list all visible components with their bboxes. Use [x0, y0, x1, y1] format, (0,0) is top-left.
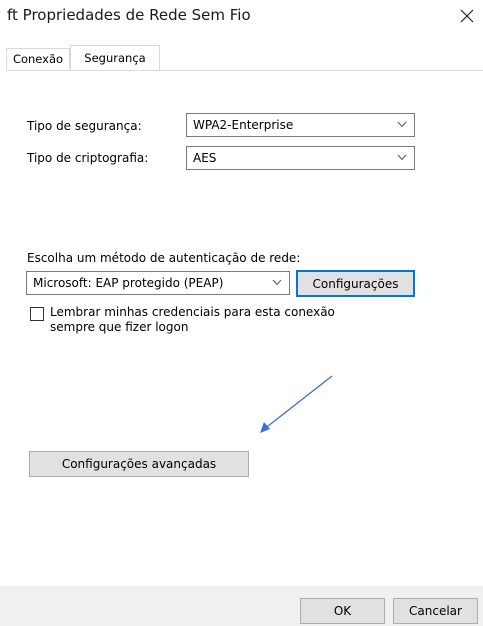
tab-seguranca[interactable]: Segurança [70, 45, 160, 70]
encryption-type-label: Tipo de criptografia: [27, 151, 149, 165]
security-type-select[interactable]: WPA2-Enterprise [186, 113, 415, 137]
tab-divider [6, 70, 483, 71]
security-type-value: WPA2-Enterprise [193, 118, 294, 132]
chevron-down-icon [397, 154, 407, 161]
security-type-label: Tipo de segurança: [27, 119, 142, 133]
auth-method-select[interactable]: Microsoft: EAP protegido (PEAP) [26, 271, 290, 295]
close-button[interactable] [454, 2, 480, 30]
ok-button[interactable]: OK [300, 598, 385, 624]
remember-credentials-line1: Lembrar minhas credenciais para esta con… [50, 305, 335, 319]
chevron-down-icon [397, 121, 407, 128]
annotation-arrow-icon [260, 375, 333, 433]
encryption-type-select[interactable]: AES [186, 146, 415, 170]
close-icon [460, 9, 474, 23]
auth-method-value: Microsoft: EAP protegido (PEAP) [33, 276, 224, 290]
remember-credentials-label: Lembrar minhas credenciais para esta con… [50, 305, 335, 335]
remember-credentials-line2: sempre que fizer logon [50, 320, 189, 334]
remember-credentials-checkbox[interactable] [30, 307, 44, 321]
window-title: ft Propriedades de Rede Sem Fio [7, 6, 251, 24]
cancel-button[interactable]: Cancelar [393, 598, 478, 624]
chevron-down-icon [272, 279, 282, 286]
tab-conexao[interactable]: Conexão [6, 48, 70, 69]
advanced-settings-button[interactable]: Configurações avançadas [29, 451, 249, 477]
auth-method-label: Escolha um método de autenticação de red… [27, 251, 301, 265]
auth-settings-button[interactable]: Configurações [296, 270, 415, 297]
encryption-type-value: AES [193, 151, 217, 165]
